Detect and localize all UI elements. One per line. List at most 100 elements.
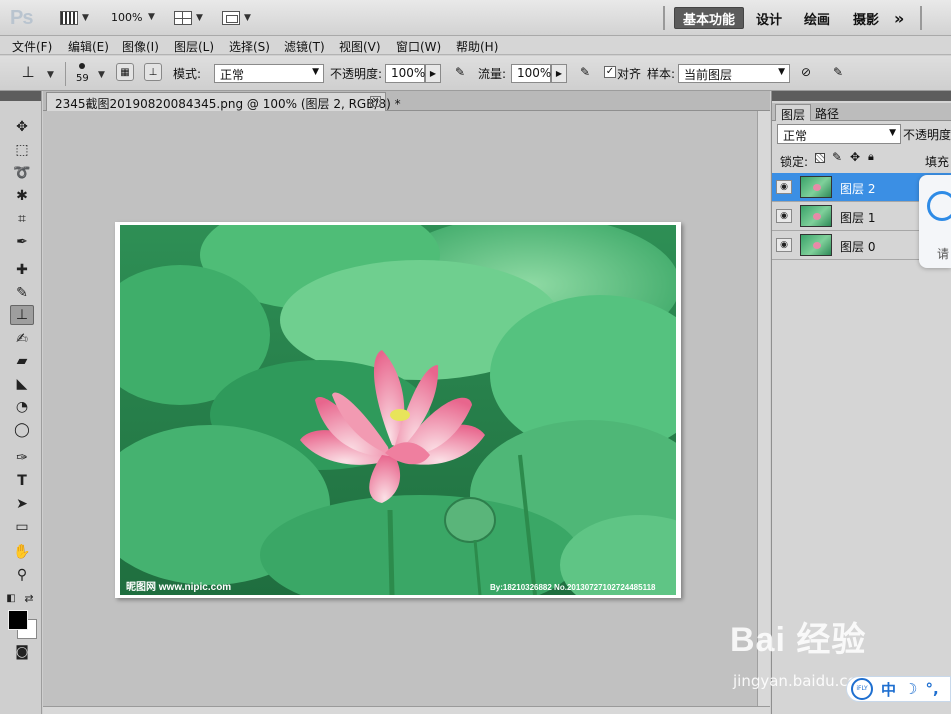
sample-select[interactable]: 当前图层 ▼ <box>678 64 790 83</box>
mode-select[interactable]: 正常 ▼ <box>214 64 324 83</box>
airbrush-icon[interactable]: ✎ <box>575 63 595 83</box>
baidu-watermark-logo: Bai 经验 <box>730 621 867 659</box>
path-selection-tool-icon[interactable]: ➤ <box>10 494 34 514</box>
menu-edit[interactable]: 编辑(E) <box>68 38 109 55</box>
document-tab[interactable]: 2345截图20190820084345.png @ 100% (图层 2, R… <box>46 92 401 111</box>
type-tool-icon[interactable]: T <box>10 471 34 491</box>
eyedropper-tool-icon[interactable]: ✒ <box>10 232 34 252</box>
zoom-tool-icon[interactable]: ⚲ <box>10 565 34 585</box>
lock-transparency-icon[interactable] <box>815 153 825 163</box>
layer-name: 图层 0 <box>840 240 876 254</box>
flow-input[interactable]: 100% <box>511 64 551 83</box>
pen-tool-icon[interactable]: ✑ <box>10 448 34 468</box>
chevron-down-icon: ▼ <box>82 13 89 23</box>
zoom-level[interactable]: 100% <box>111 11 142 24</box>
layer-name: 图层 1 <box>840 211 876 225</box>
opacity-dropdown[interactable]: ▶ <box>425 64 441 83</box>
blend-mode-select[interactable]: 正常 ▼ <box>777 124 901 144</box>
crop-tool-icon[interactable]: ⌗ <box>10 209 34 229</box>
clone-stamp-preset-icon[interactable]: ⊥ <box>18 63 38 83</box>
healing-brush-tool-icon[interactable]: ✚ <box>10 260 34 280</box>
aligned-checkbox[interactable]: ✓ <box>604 66 616 78</box>
menu-image[interactable]: 图像(I) <box>122 38 159 55</box>
brush-tool-icon[interactable]: ✎ <box>10 283 34 303</box>
visibility-eye-icon[interactable]: ◉ <box>776 180 792 194</box>
chevron-down-icon[interactable]: ▼ <box>98 70 105 80</box>
panel-grip[interactable] <box>772 91 951 101</box>
lasso-tool-icon[interactable]: ➰ <box>10 163 34 183</box>
photoshop-logo: Ps <box>10 7 33 29</box>
options-bar: ⊥ ▼ 59 ▼ ▦ ⊥ 模式: 正常 ▼ 不透明度: 100% ▶ ✎ 流量: … <box>0 56 951 91</box>
opacity-input[interactable]: 100% <box>385 64 425 83</box>
workspace-painting-button[interactable]: 绘画 <box>796 7 838 29</box>
assistant-text: 请 <box>937 247 950 261</box>
lock-position-icon[interactable]: ✥ <box>850 150 860 164</box>
lock-label: 锁定: <box>780 155 809 169</box>
floating-assistant-card[interactable]: 请 <box>919 175 951 268</box>
menu-file[interactable]: 文件(F) <box>12 38 52 55</box>
pressure-size-icon[interactable]: ✎ <box>828 63 848 83</box>
workspace-design-button[interactable]: 设计 <box>748 7 790 29</box>
visibility-eye-icon[interactable]: ◉ <box>776 209 792 223</box>
menu-layer[interactable]: 图层(L) <box>174 38 214 55</box>
paint-bucket-tool-icon[interactable]: ◣ <box>10 374 34 394</box>
brush-size[interactable]: 59 <box>76 73 89 84</box>
assistant-ring-icon <box>927 191 951 221</box>
swap-colors-icon[interactable]: ⇄ <box>22 588 36 608</box>
dodge-tool-icon[interactable]: ◯ <box>10 420 34 440</box>
ifly-logo-icon[interactable]: iFLY <box>851 678 873 700</box>
foreground-color-swatch[interactable] <box>8 610 28 630</box>
tab-layers[interactable]: 图层 <box>775 104 812 122</box>
close-icon[interactable]: × <box>370 96 381 107</box>
quick-mask-icon[interactable]: ◙ <box>10 642 34 662</box>
lock-pixels-icon[interactable]: ✎ <box>832 150 842 164</box>
document-canvas[interactable]: 昵图网 www.nipic.com By:18210326882 No.2013… <box>115 222 681 598</box>
chevron-down-icon: ▼ <box>889 128 896 138</box>
quick-selection-tool-icon[interactable]: ✱ <box>10 186 34 206</box>
marquee-tool-icon[interactable]: ⬚ <box>10 140 34 160</box>
hand-tool-icon[interactable]: ✋ <box>10 542 34 562</box>
aligned-label: 对齐 <box>617 67 642 81</box>
divider <box>663 6 665 30</box>
panel-grip[interactable] <box>0 91 41 101</box>
eraser-tool-icon[interactable]: ▰ <box>10 351 34 371</box>
punctuation-icon[interactable]: °, <box>925 680 938 698</box>
bridge-launch-button[interactable]: ▼ <box>60 8 89 28</box>
tab-paths[interactable]: 路径 <box>810 104 844 121</box>
lotus-photo: 昵图网 www.nipic.com By:18210326882 No.2013… <box>120 225 676 595</box>
clone-source-icon[interactable]: ⊥ <box>144 63 162 81</box>
screen-mode-button[interactable]: ▼ <box>222 8 251 28</box>
blur-tool-icon[interactable]: ◔ <box>10 397 34 417</box>
brush-panel-icon[interactable]: ▦ <box>116 63 134 81</box>
photo-watermark-right: By:18210326882 No.20130727102724485118 <box>490 583 656 592</box>
pressure-opacity-icon[interactable]: ✎ <box>450 63 470 83</box>
ignore-adjustment-layers-icon[interactable]: ⊘ <box>796 63 816 83</box>
brush-tip-icon[interactable] <box>79 63 85 69</box>
move-tool-icon[interactable]: ✥ <box>10 117 34 137</box>
ime-toolbar[interactable]: iFLY 中 ☽ °, <box>846 676 951 702</box>
divider <box>65 62 66 86</box>
layer-thumbnail <box>800 234 832 256</box>
ime-mode-indicator[interactable]: 中 <box>881 679 896 700</box>
chevron-down-icon[interactable]: ▼ <box>148 12 155 22</box>
sample-label: 样本: <box>647 67 676 81</box>
workspace-essentials-button[interactable]: 基本功能 <box>674 7 745 29</box>
visibility-eye-icon[interactable]: ◉ <box>776 238 792 252</box>
menu-view[interactable]: 视图(V) <box>339 38 381 55</box>
menu-window[interactable]: 窗口(W) <box>396 38 441 55</box>
menu-filter[interactable]: 滤镜(T) <box>284 38 325 55</box>
chevron-down-icon[interactable]: ▼ <box>47 70 54 80</box>
menu-help[interactable]: 帮助(H) <box>456 38 498 55</box>
flow-dropdown[interactable]: ▶ <box>551 64 567 83</box>
more-workspaces-button[interactable]: » <box>886 7 912 29</box>
shape-tool-icon[interactable]: ▭ <box>10 517 34 537</box>
history-brush-tool-icon[interactable]: ✍ <box>10 329 34 349</box>
default-colors-icon[interactable]: ◧ <box>4 588 18 608</box>
workspace-photography-button[interactable]: 摄影 <box>845 7 887 29</box>
lock-all-icon[interactable]: 🔒︎ <box>868 150 874 164</box>
panel-tabs: 图层 路径 <box>772 103 951 122</box>
menu-select[interactable]: 选择(S) <box>229 38 270 55</box>
moon-icon[interactable]: ☽ <box>904 680 917 698</box>
arrange-documents-button[interactable]: ▼ <box>174 8 203 28</box>
clone-stamp-tool-icon[interactable]: ⊥ <box>10 305 34 325</box>
